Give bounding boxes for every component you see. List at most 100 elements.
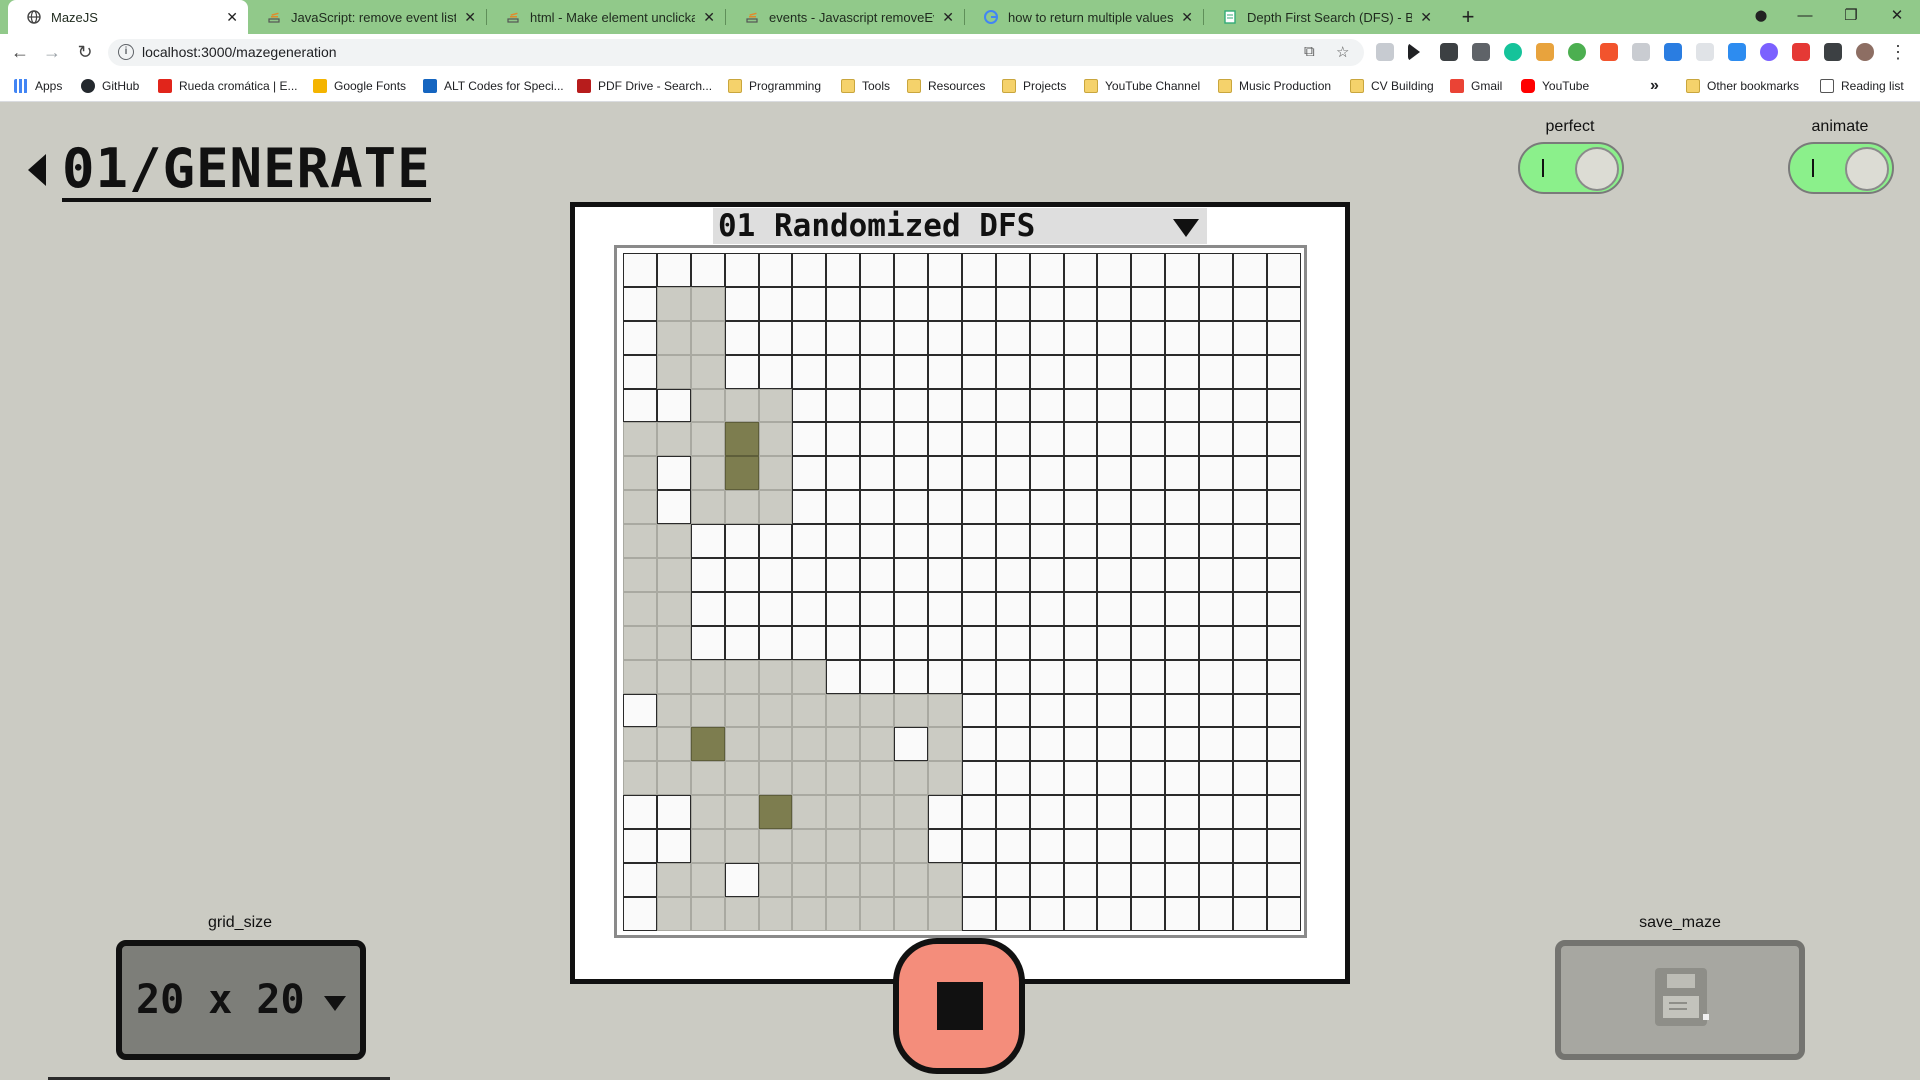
maze-cell[interactable] (623, 795, 657, 830)
maze-cell[interactable] (1063, 896, 1098, 931)
maze-cell[interactable] (961, 388, 996, 423)
animate-toggle[interactable] (1788, 142, 1894, 194)
maze-cell[interactable] (894, 727, 929, 762)
maze-cell[interactable] (1097, 524, 1132, 559)
maze-cell[interactable] (1131, 591, 1166, 626)
maze-cell[interactable] (1029, 727, 1064, 762)
maze-cell[interactable] (1131, 795, 1166, 830)
maze-cell[interactable] (724, 558, 759, 592)
maze-cell[interactable] (961, 727, 996, 762)
maze-cell-visited[interactable] (690, 863, 725, 897)
close-tab-icon[interactable]: ✕ (942, 9, 954, 26)
maze-cell-visited[interactable] (656, 524, 691, 559)
maze-cell[interactable] (1131, 727, 1166, 762)
maze-cell-visited[interactable] (894, 896, 929, 931)
maze-cell[interactable] (1233, 591, 1267, 626)
maze-cell[interactable] (894, 524, 929, 559)
maze-cell[interactable] (961, 829, 996, 864)
maze-cell[interactable] (826, 253, 861, 287)
maze-cell-visited[interactable] (690, 490, 725, 525)
maze-cell[interactable] (928, 388, 962, 423)
maze-cell[interactable] (1199, 456, 1234, 491)
maze-cell-visited[interactable] (656, 659, 691, 694)
maze-cell[interactable] (1266, 829, 1301, 864)
maze-cell[interactable] (1233, 727, 1267, 762)
maze-cell[interactable] (1029, 829, 1064, 864)
maze-cell[interactable] (1063, 558, 1098, 592)
maze-cell[interactable] (1266, 591, 1301, 626)
maze-cell[interactable] (1097, 659, 1132, 694)
tab-remove-event-listener[interactable]: events - Javascript removeEventL ✕ (726, 0, 964, 34)
maze-cell[interactable] (1063, 490, 1098, 525)
maze-cell[interactable] (995, 863, 1030, 897)
bookmark-folder-cv-building[interactable]: CV Building (1350, 76, 1434, 96)
back-triangle-icon[interactable] (28, 154, 46, 186)
maze-cell[interactable] (894, 490, 929, 525)
maze-cell[interactable] (961, 286, 996, 321)
maze-cell[interactable] (1165, 591, 1200, 626)
maze-cell[interactable] (1131, 558, 1166, 592)
maze-cell[interactable] (961, 863, 996, 897)
maze-cell[interactable] (928, 456, 962, 491)
maze-cell[interactable] (656, 253, 691, 287)
maze-cell[interactable] (1097, 456, 1132, 491)
maze-cell[interactable] (1097, 354, 1132, 389)
maze-cell[interactable] (656, 456, 691, 491)
maze-cell[interactable] (1233, 795, 1267, 830)
maze-cell[interactable] (826, 286, 861, 321)
maze-cell-visited[interactable] (656, 422, 691, 457)
maze-cell-visited[interactable] (656, 286, 691, 321)
maze-cell[interactable] (1233, 490, 1267, 525)
maze-cell[interactable] (1165, 625, 1200, 660)
maze-cell-visited[interactable] (690, 422, 725, 457)
maze-cell[interactable] (1131, 422, 1166, 457)
maze-cell[interactable] (826, 591, 861, 626)
tab-search-icon[interactable]: ⬤ (1738, 0, 1784, 34)
maze-cell[interactable] (1029, 863, 1064, 897)
pocket-extension-icon[interactable] (1472, 43, 1490, 61)
maze-cell[interactable] (1131, 625, 1166, 660)
maze-cell[interactable] (792, 388, 827, 423)
maze-cell-visited[interactable] (758, 388, 793, 423)
maze-cell-visited[interactable] (690, 693, 725, 728)
maze-cell[interactable] (724, 625, 759, 660)
maze-cell-visited[interactable] (826, 795, 861, 830)
maze-cell[interactable] (1097, 625, 1132, 660)
perfect-toggle[interactable] (1518, 142, 1624, 194)
maze-cell[interactable] (792, 625, 827, 660)
back-arrow-icon[interactable]: ← (8, 40, 32, 64)
maze-cell[interactable] (826, 354, 861, 389)
maze-cell[interactable] (1063, 863, 1098, 897)
maze-cell[interactable] (1199, 320, 1234, 355)
maze-cell[interactable] (894, 388, 929, 423)
maze-cell[interactable] (792, 320, 827, 355)
maze-cell[interactable] (961, 558, 996, 592)
maze-cell[interactable] (995, 253, 1030, 287)
maze-cell[interactable] (1029, 896, 1064, 931)
maze-cell[interactable] (928, 320, 962, 355)
maze-cell[interactable] (961, 693, 996, 728)
maze-cell-visited[interactable] (792, 727, 827, 762)
maze-cell[interactable] (995, 354, 1030, 389)
close-tab-icon[interactable]: ✕ (703, 9, 715, 26)
maze-cell[interactable] (928, 253, 962, 287)
maze-cell[interactable] (1266, 693, 1301, 728)
bookmark-folder-tools[interactable]: Tools (841, 76, 890, 96)
maze-cell[interactable] (894, 456, 929, 491)
maze-cell[interactable] (995, 591, 1030, 626)
maze-cell[interactable] (623, 829, 657, 864)
maze-cell[interactable] (1131, 524, 1166, 559)
maze-cell-visited[interactable] (656, 558, 691, 592)
maze-cell[interactable] (1029, 490, 1064, 525)
bookmarks-overflow-chevron[interactable]: » (1650, 76, 1659, 96)
maze-cell-visited[interactable] (690, 456, 725, 491)
maze-cell[interactable] (860, 659, 895, 694)
maze-cell-visited[interactable] (792, 863, 827, 897)
maze-cell[interactable] (758, 591, 793, 626)
bookmark-folder-projects[interactable]: Projects (1002, 76, 1066, 96)
maze-cell[interactable] (826, 422, 861, 457)
maze-cell[interactable] (1199, 388, 1234, 423)
screenshot-extension-icon[interactable] (1728, 43, 1746, 61)
maze-cell[interactable] (758, 320, 793, 355)
maze-cell[interactable] (1097, 558, 1132, 592)
